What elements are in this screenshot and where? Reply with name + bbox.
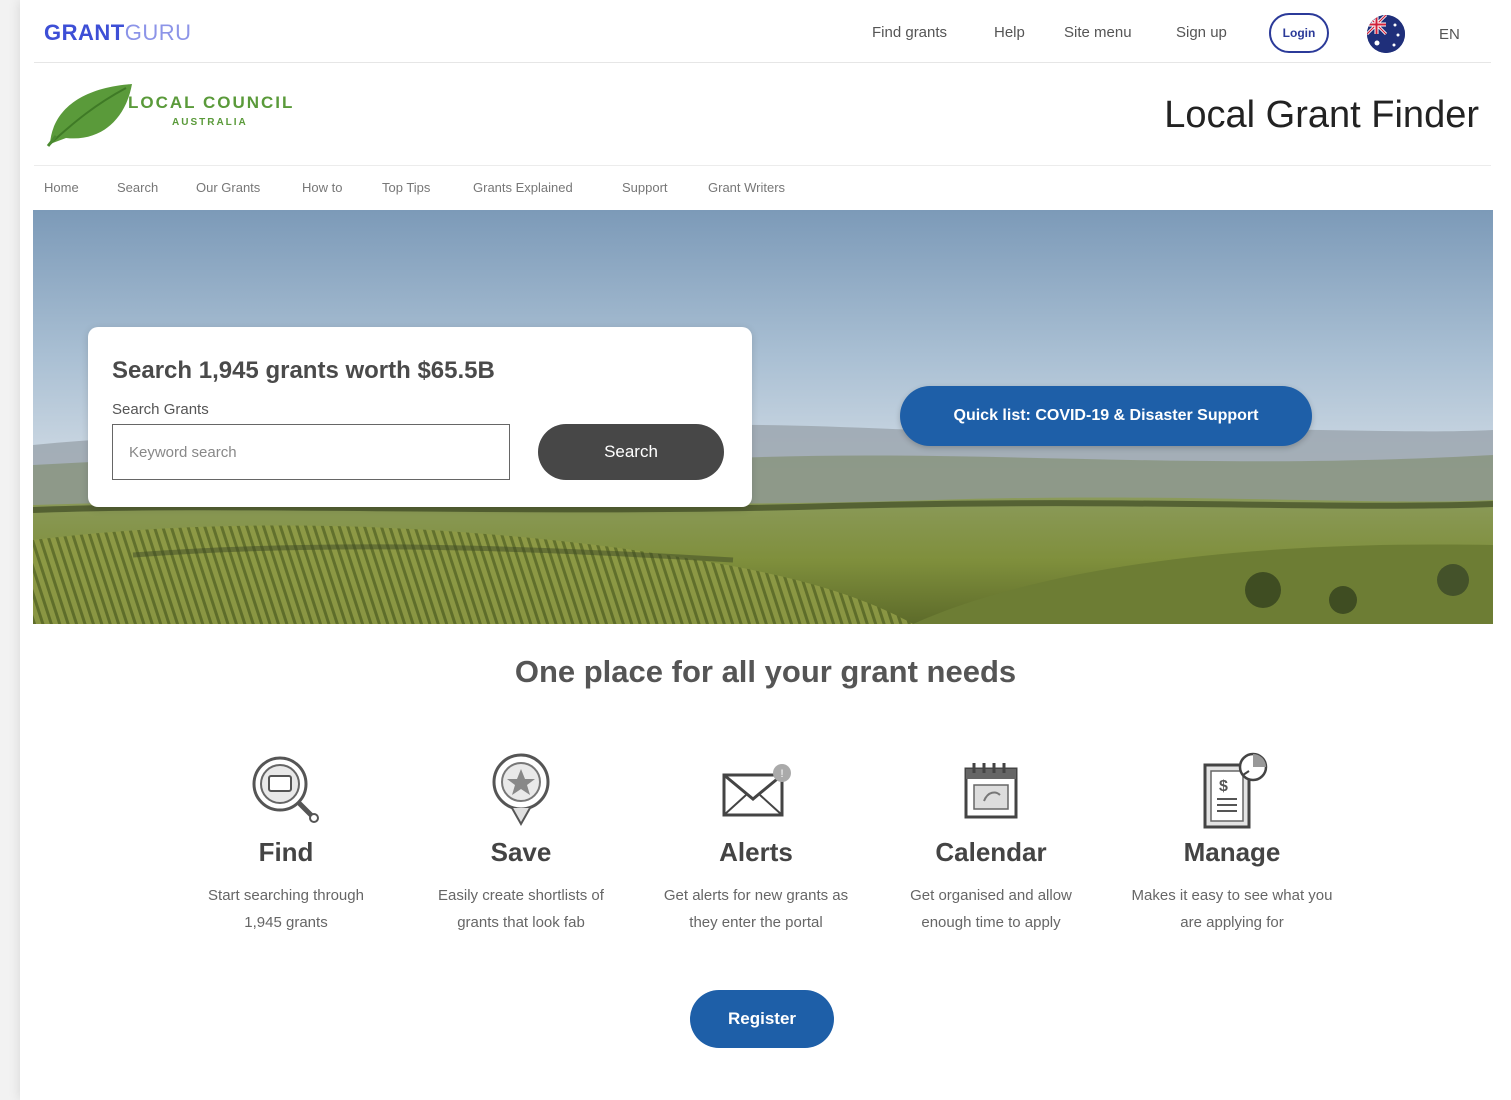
feature-title: Alerts xyxy=(719,837,793,867)
feature-line-2: are applying for xyxy=(1180,914,1284,931)
australia-flag-icon[interactable] xyxy=(1367,15,1405,53)
council-country: AUSTRALIA xyxy=(172,117,248,128)
feature-description: Get alerts for new grants as they enter t… xyxy=(641,882,871,936)
search-button[interactable]: Search xyxy=(538,424,724,480)
register-button[interactable]: Register xyxy=(690,990,834,1048)
page: GRANTGURU Find grants Help Site menu Sig… xyxy=(20,0,1511,1100)
login-button[interactable]: Login xyxy=(1269,13,1329,53)
keyword-search-input[interactable] xyxy=(112,424,510,480)
nav-how-to[interactable]: How to xyxy=(302,180,342,195)
feature-find: Find Start searching through 1,945 grants xyxy=(171,745,401,936)
feature-description: Easily create shortlists of grants that l… xyxy=(406,882,636,936)
feature-manage: $ Manage Makes it easy to see what you ar… xyxy=(1117,745,1347,936)
nav-search[interactable]: Search xyxy=(117,180,158,195)
svg-text:$: $ xyxy=(1219,778,1228,795)
feature-line-1: Get alerts for new grants as xyxy=(663,887,849,904)
nav-divider xyxy=(34,165,1491,166)
nav-grant-writers[interactable]: Grant Writers xyxy=(708,180,785,195)
feature-line-1: Get organised and allow xyxy=(910,887,1072,904)
top-bar: GRANTGURU Find grants Help Site menu Sig… xyxy=(34,0,1491,63)
feature-title: Save xyxy=(490,837,552,867)
page-title: Local Grant Finder xyxy=(1164,94,1479,136)
feature-description: Get organised and allow enough time to ap… xyxy=(876,882,1106,936)
feature-line-1: Easily create shortlists of xyxy=(438,887,604,904)
star-pin-icon xyxy=(406,745,636,835)
brand-secondary: GURU xyxy=(124,20,192,45)
feature-description: Start searching through 1,945 grants xyxy=(171,882,401,936)
search-heading: Search 1,945 grants worth $65.5B xyxy=(112,357,495,384)
features-tagline: One place for all your grant needs xyxy=(514,654,1017,689)
feature-line-1: Start searching through xyxy=(208,887,364,904)
nav-home[interactable]: Home xyxy=(44,180,79,195)
grantguru-logo[interactable]: GRANTGURU xyxy=(44,20,192,46)
document-chart-icon: $ xyxy=(1117,745,1347,835)
search-label: Search Grants xyxy=(112,401,209,418)
feature-line-2: 1,945 grants xyxy=(244,914,328,931)
nav-our-grants[interactable]: Our Grants xyxy=(196,180,260,195)
feature-title: Calendar xyxy=(935,837,1047,867)
search-card: Search 1,945 grants worth $65.5B Search … xyxy=(88,327,752,507)
calendar-icon xyxy=(876,745,1106,835)
feature-save: Save Easily create shortlists of grants t… xyxy=(406,745,636,936)
feature-title: Manage xyxy=(1183,837,1281,867)
topnav-help[interactable]: Help xyxy=(994,24,1025,41)
feature-line-2: grants that look fab xyxy=(457,914,585,931)
topnav-sign-up[interactable]: Sign up xyxy=(1176,24,1227,41)
topnav-site-menu[interactable]: Site menu xyxy=(1064,24,1132,41)
nav-top-tips[interactable]: Top Tips xyxy=(382,180,430,195)
feature-line-2: enough time to apply xyxy=(921,914,1061,931)
feature-line-1: Makes it easy to see what you xyxy=(1131,887,1333,904)
svg-text:!: ! xyxy=(780,768,783,780)
language-selector[interactable]: EN xyxy=(1439,26,1460,43)
magnifier-icon xyxy=(171,745,401,835)
feature-line-2: they enter the portal xyxy=(689,914,823,931)
nav-grants-explained[interactable]: Grants Explained xyxy=(473,180,573,195)
brand-primary: GRANT xyxy=(44,20,125,45)
feature-title: Find xyxy=(258,837,314,867)
nav-support[interactable]: Support xyxy=(622,180,668,195)
council-name: LOCAL COUNCIL xyxy=(128,93,295,112)
topnav-find-grants[interactable]: Find grants xyxy=(872,24,947,41)
envelope-icon: ! xyxy=(641,745,871,835)
leaf-logo-icon[interactable] xyxy=(46,78,136,153)
quick-list-button[interactable]: Quick list: COVID-19 & Disaster Support xyxy=(900,386,1312,446)
feature-alerts: ! Alerts Get alerts for new grants as the… xyxy=(641,745,871,936)
feature-calendar: Calendar Get organised and allow enough t… xyxy=(876,745,1106,936)
feature-description: Makes it easy to see what you are applyin… xyxy=(1117,882,1347,936)
